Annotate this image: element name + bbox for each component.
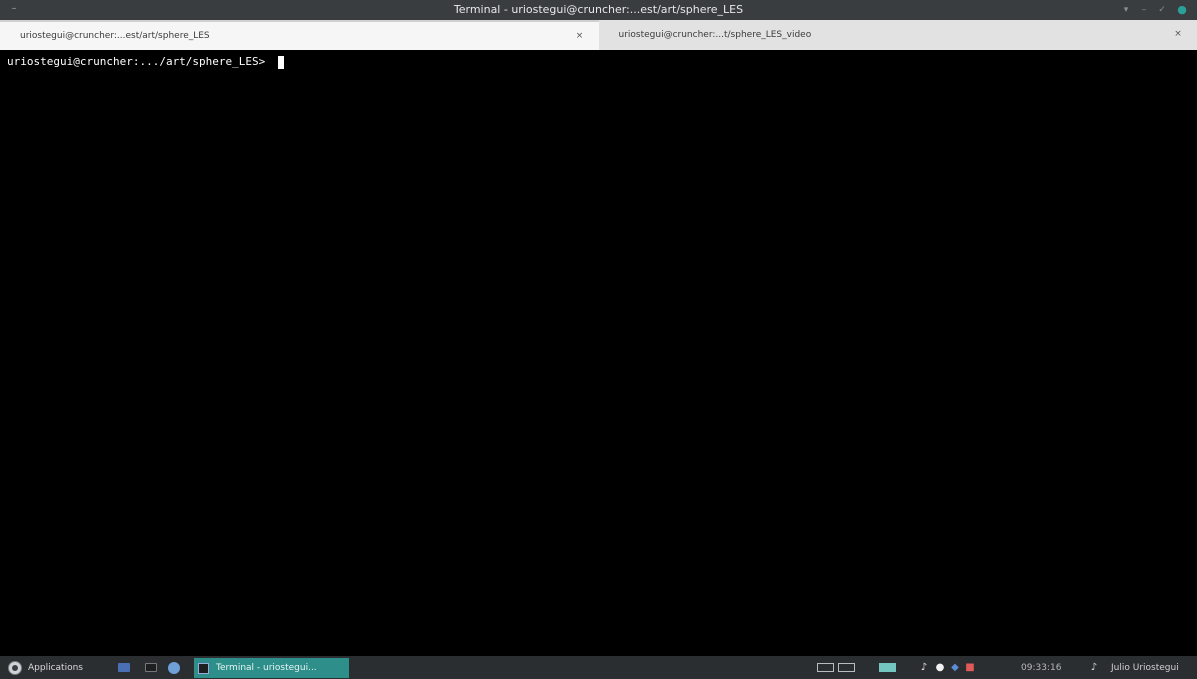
browser-icon: [168, 661, 180, 674]
user-name: Julio Uriostegui: [1111, 662, 1179, 673]
taskbar: Applications Terminal - uriostegui... ♪ …: [0, 656, 1197, 679]
window-title: Terminal - uriostegui@cruncher:...est/ar…: [453, 3, 744, 16]
clock-time: 09:33:16: [1021, 662, 1062, 673]
terminal-icon: [145, 663, 157, 672]
tab-label: uriostegui@cruncher:...est/art/sphere_LE…: [20, 31, 210, 41]
browser-launcher[interactable]: [168, 656, 180, 679]
workspace-1[interactable]: [817, 656, 834, 679]
clock[interactable]: 09:33:16: [1021, 656, 1061, 679]
text-cursor: [278, 55, 285, 69]
terminal-output[interactable]: uriostegui@cruncher:.../art/sphere_LES>: [0, 50, 1197, 656]
shell-prompt: uriostegui@cruncher:.../art/sphere_LES>: [7, 55, 266, 68]
minimize-icon[interactable]: –: [1138, 4, 1150, 16]
window-titlebar[interactable]: – Terminal - uriostegui@cruncher:...est/…: [0, 0, 1197, 20]
taskbar-task-terminal[interactable]: Terminal - uriostegui...: [194, 658, 349, 678]
file-manager-icon: [118, 663, 130, 672]
workspace-2[interactable]: [838, 656, 855, 679]
file-manager-launcher[interactable]: [118, 656, 130, 679]
applications-menu-button[interactable]: Applications: [8, 656, 83, 679]
workspace-3[interactable]: [879, 656, 896, 679]
shell-prompt-line: uriostegui@cruncher:.../art/sphere_LES>: [7, 55, 285, 69]
volume-control[interactable]: ♪: [918, 656, 930, 679]
user-menu[interactable]: Julio Uriostegui: [1111, 656, 1179, 679]
shade-icon[interactable]: ▾: [1120, 4, 1132, 16]
workspace-3-icon: [879, 663, 896, 672]
volume-icon: ♪: [920, 661, 928, 673]
tab-label: uriostegui@cruncher:...t/sphere_LES_vide…: [618, 30, 812, 40]
bell-icon: ♪: [1090, 661, 1098, 673]
workspace-2-icon: [838, 663, 855, 672]
updates-indicator[interactable]: ●: [934, 656, 946, 679]
update-icon: ●: [935, 661, 945, 673]
workspace-1-icon: [817, 663, 834, 672]
record-icon: ■: [965, 661, 975, 673]
terminal-task-icon: [198, 662, 209, 674]
notifications-button[interactable]: ♪: [1088, 656, 1100, 679]
applications-label: Applications: [28, 662, 83, 673]
network-indicator[interactable]: ◆: [949, 656, 961, 679]
maximize-icon[interactable]: ✓: [1156, 4, 1168, 16]
recorder-indicator[interactable]: ■: [964, 656, 976, 679]
task-label: Terminal - uriostegui...: [216, 663, 317, 673]
tab-close-icon[interactable]: ×: [575, 31, 585, 41]
tab-sphere-les-video[interactable]: uriostegui@cruncher:...t/sphere_LES_vide…: [598, 20, 1197, 50]
terminal-launcher[interactable]: [145, 656, 157, 679]
tab-close-icon[interactable]: ×: [1173, 29, 1183, 39]
close-icon[interactable]: ●: [1176, 4, 1188, 16]
applications-icon: [8, 660, 22, 675]
network-icon: ◆: [951, 661, 959, 673]
tab-sphere-les[interactable]: uriostegui@cruncher:...est/art/sphere_LE…: [0, 20, 599, 50]
terminal-tab-bar: uriostegui@cruncher:...est/art/sphere_LE…: [0, 20, 1197, 50]
